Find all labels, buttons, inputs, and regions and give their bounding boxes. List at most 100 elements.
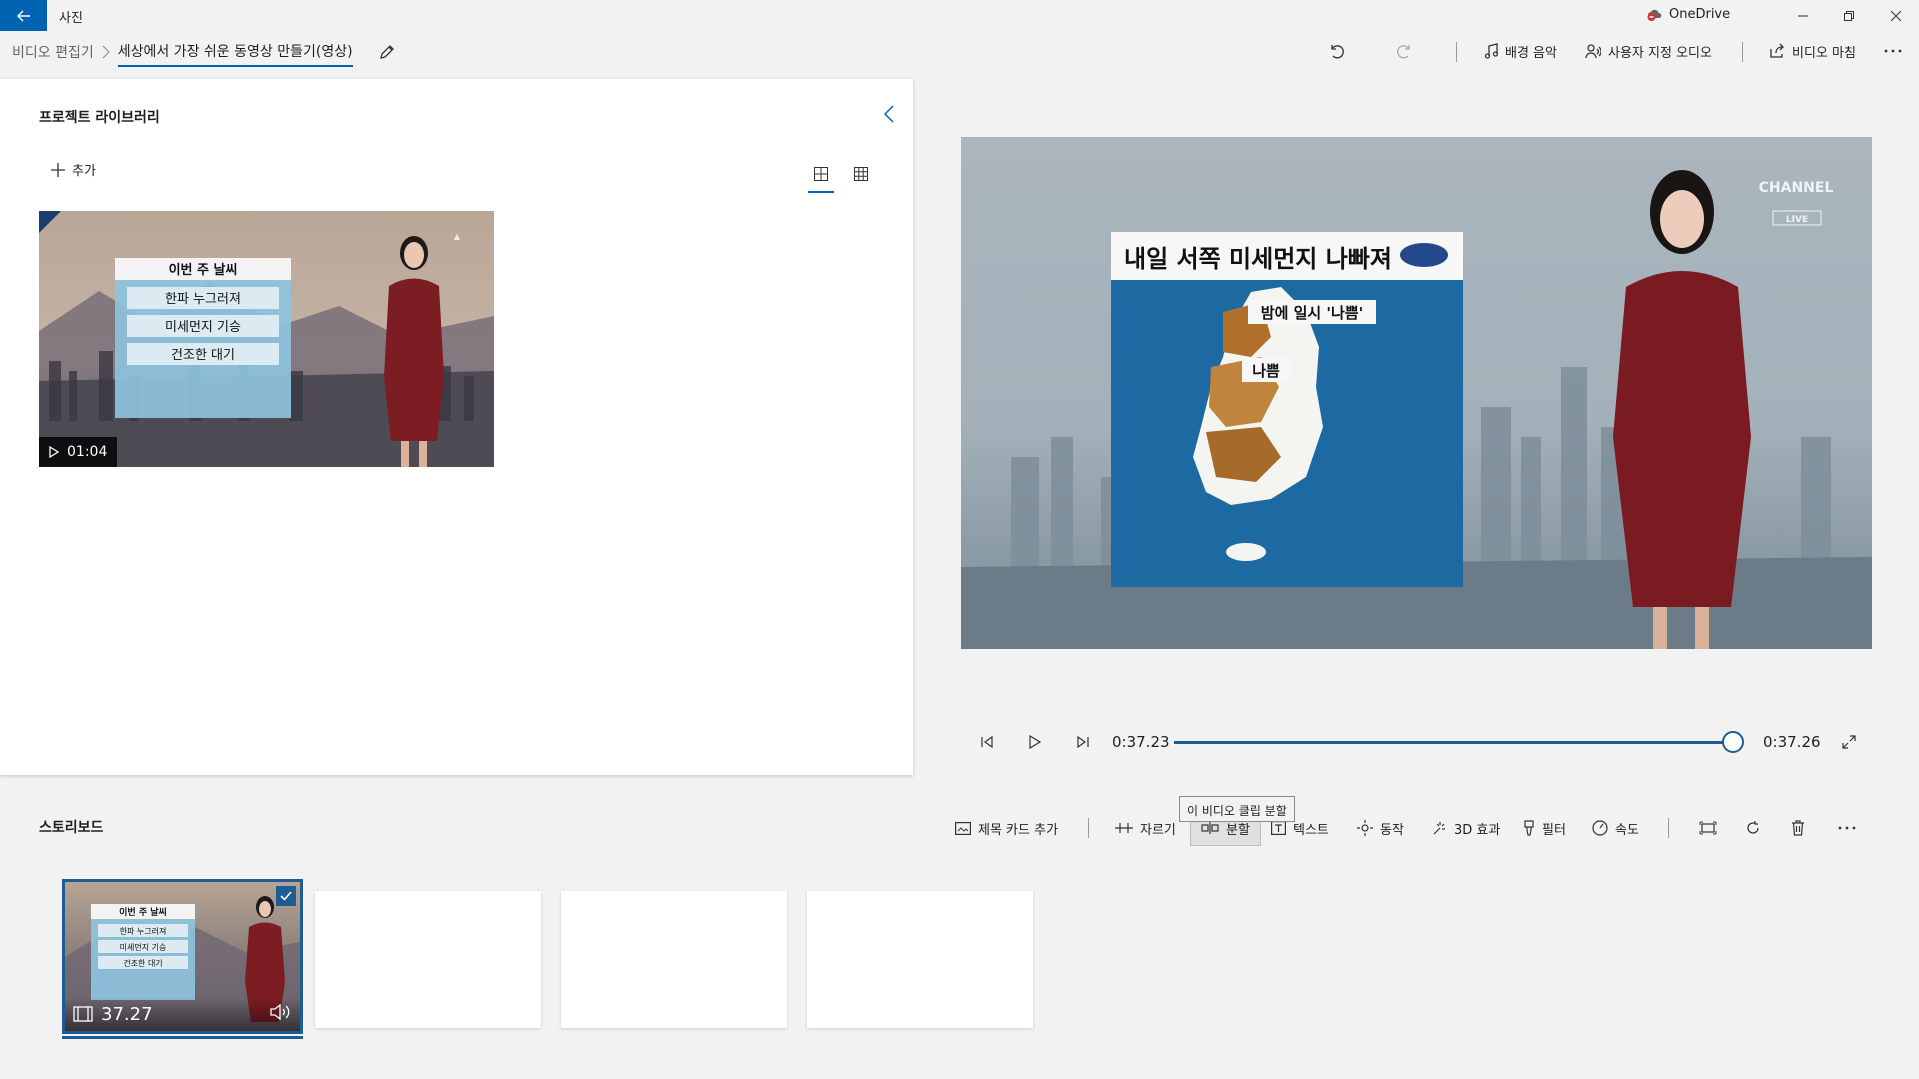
library-title: 프로젝트 라이브러리 <box>39 110 160 126</box>
thumbnail-duration: 01:04 <box>39 437 118 467</box>
toolbar-divider <box>1456 42 1457 62</box>
previous-frame-button[interactable] <box>978 733 996 751</box>
empty-storyboard-slot[interactable] <box>561 891 787 1028</box>
playback-controls: 0:37.23 0:37.26 <box>978 730 1858 754</box>
seek-track[interactable] <box>1174 741 1731 744</box>
small-grid-view-button[interactable] <box>848 161 874 187</box>
delete-button[interactable] <box>1791 817 1805 839</box>
storyboard-clip[interactable]: 이번 주 날씨 한파 누그러져 미세먼지 기승 건조한 대기 37.27 <box>62 879 303 1034</box>
weather-video-frame: 이번 주 날씨 한파 누그러져 미세먼지 기승 건조한 대기 ▲ <box>39 211 494 467</box>
project-library-panel: 프로젝트 라이브러리 추가 이번 주 날씨 한파 누그러져 미세먼지 기승 건조… <box>0 79 913 775</box>
crop-frame-icon <box>1699 821 1717 835</box>
empty-storyboard-slot[interactable] <box>807 891 1033 1028</box>
thumb-board-line-1: 한파 누그러져 <box>165 292 241 307</box>
storyboard-more-button[interactable] <box>1838 817 1856 839</box>
split-tooltip: 이 비디오 클립 분할 <box>1179 796 1295 822</box>
current-time: 0:37.23 <box>1112 733 1170 751</box>
custom-audio-button[interactable]: 사용자 지정 오디오 <box>1585 40 1712 62</box>
step-back-icon <box>981 736 993 748</box>
end-time: 0:37.26 <box>1763 733 1821 751</box>
library-video-thumbnail[interactable]: 이번 주 날씨 한파 누그러져 미세먼지 기승 건조한 대기 ▲ 01:04 <box>39 211 494 467</box>
clip-board-line-2: 미세먼지 기승 <box>120 942 167 952</box>
minimize-icon <box>1798 15 1808 16</box>
storyboard-divider <box>1668 818 1669 838</box>
close-icon <box>1891 10 1901 21</box>
pencil-icon <box>379 45 394 59</box>
clip-board-line-3: 건조한 대기 <box>123 958 162 968</box>
preview-headline: 내일 서쪽 미세먼지 나빠져 <box>1124 245 1392 273</box>
finish-video-button[interactable]: 비디오 마침 <box>1769 40 1856 62</box>
rotate-button[interactable] <box>1745 817 1761 839</box>
undo-button[interactable] <box>1328 40 1344 62</box>
chevron-left-icon <box>883 105 894 123</box>
onedrive-status[interactable]: OneDrive <box>1647 7 1730 22</box>
undo-icon <box>1331 45 1344 59</box>
empty-storyboard-slot[interactable] <box>315 891 541 1028</box>
add-title-card-label: 제목 카드 추가 <box>978 822 1059 838</box>
split-icon <box>1201 822 1219 834</box>
redo-icon <box>1397 45 1410 59</box>
channel-logo-bottom: LIVE <box>1786 215 1808 225</box>
close-button[interactable] <box>1873 0 1919 31</box>
clip-board-line-1: 한파 누그러져 <box>120 927 167 936</box>
filter-button[interactable]: 필터 <box>1523 817 1566 839</box>
project-title[interactable]: 세상에서 가장 쉬운 동영상 만들기(영상) <box>117 41 353 67</box>
map-label-top: 밤에 일시 '나쁨' <box>1261 304 1363 322</box>
rename-button[interactable] <box>379 44 395 60</box>
checkmark-icon <box>280 891 292 901</box>
add-title-card-button[interactable]: 제목 카드 추가 <box>955 817 1058 839</box>
back-button[interactable] <box>0 0 47 31</box>
rotate-icon <box>1747 821 1759 834</box>
thumb-board-line-2: 미세먼지 기승 <box>165 320 241 335</box>
speed-button[interactable]: 속도 <box>1592 817 1639 839</box>
filter-label: 필터 <box>1542 822 1566 838</box>
breadcrumb-root[interactable]: 비디오 편집기 <box>12 42 94 62</box>
seek-handle[interactable] <box>1722 731 1744 753</box>
clip-info-bar: 37.27 <box>65 997 300 1031</box>
speed-label: 속도 <box>1615 822 1639 838</box>
motion-button[interactable]: 동작 <box>1357 817 1404 839</box>
music-note-icon <box>1484 43 1498 59</box>
speaker-icon <box>270 1003 290 1020</box>
video-preview[interactable]: 내일 서쪽 미세먼지 나빠져 밤에 일시 '나쁨' 나쁨 CHANNEL LIV… <box>961 137 1872 649</box>
more-icon <box>1838 826 1856 830</box>
text-label: 텍스트 <box>1293 822 1329 838</box>
trim-button[interactable]: 자르기 <box>1115 817 1176 839</box>
svg-text:▲: ▲ <box>454 232 461 241</box>
map-label-mid: 나쁨 <box>1252 362 1280 380</box>
clip-selected-checkbox[interactable] <box>276 886 296 906</box>
play-button[interactable] <box>1026 733 1044 751</box>
clip-volume-button[interactable] <box>270 1003 292 1026</box>
clip-duration: 37.27 <box>101 1003 153 1025</box>
fullscreen-button[interactable] <box>1840 733 1858 751</box>
grid-small-icon <box>854 167 868 181</box>
expand-icon <box>1842 735 1856 749</box>
restore-button[interactable] <box>1826 0 1872 31</box>
finish-video-label: 비디오 마침 <box>1792 45 1856 61</box>
large-grid-view-button[interactable] <box>808 161 834 193</box>
play-icon <box>1029 735 1041 749</box>
storyboard-title: 스토리보드 <box>39 820 104 836</box>
share-icon <box>1770 43 1784 58</box>
3d-effects-button[interactable]: 3D 효과 <box>1431 817 1500 839</box>
add-media-button[interactable]: 추가 <box>50 160 96 179</box>
collapse-library-button[interactable] <box>883 105 894 127</box>
plus-icon <box>51 162 65 177</box>
trim-icon <box>1115 823 1133 833</box>
restore-icon <box>1844 10 1854 21</box>
preview-frame: 내일 서쪽 미세먼지 나빠져 밤에 일시 '나쁨' 나쁨 CHANNEL LIV… <box>961 137 1872 649</box>
3d-effects-label: 3D 효과 <box>1454 822 1501 838</box>
clip-board-title: 이번 주 날씨 <box>119 906 167 918</box>
person-audio-icon <box>1585 44 1601 59</box>
motion-label: 동작 <box>1380 822 1404 838</box>
title-bar: 사진 OneDrive <box>0 0 1919 31</box>
background-music-label: 배경 음악 <box>1505 45 1557 61</box>
text-icon <box>1271 821 1286 835</box>
next-frame-button[interactable] <box>1074 733 1092 751</box>
redo-button[interactable] <box>1397 40 1413 62</box>
thumb-board-title: 이번 주 날씨 <box>169 262 238 278</box>
background-music-button[interactable]: 배경 음악 <box>1484 40 1557 62</box>
minimize-button[interactable] <box>1780 0 1826 31</box>
remove-black-bars-button[interactable] <box>1699 817 1717 839</box>
more-options-button[interactable] <box>1884 40 1902 62</box>
